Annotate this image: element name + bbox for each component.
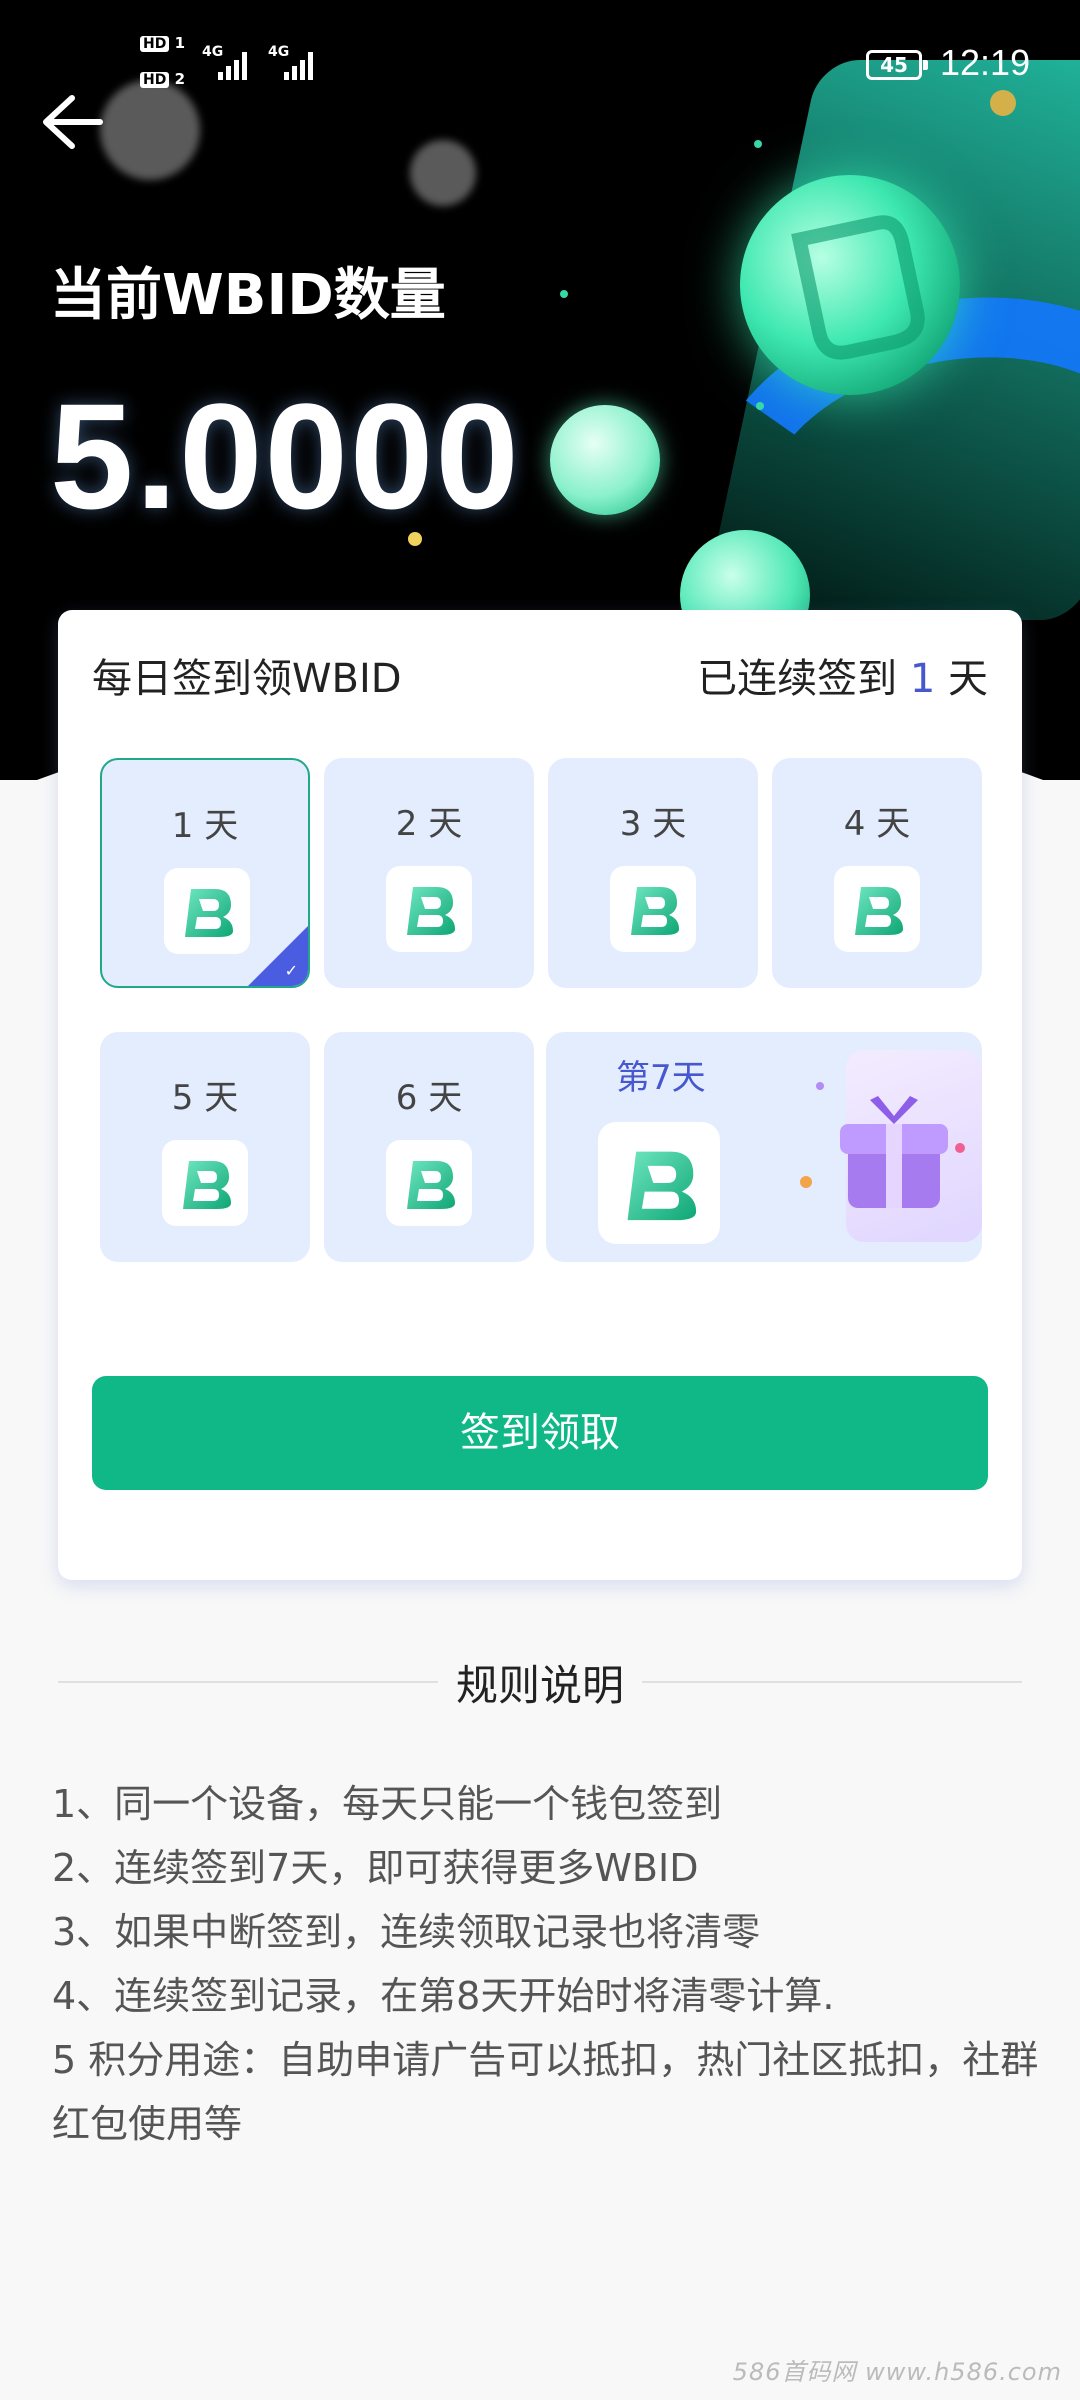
decor-dot	[560, 290, 568, 298]
streak-count: 1	[909, 656, 936, 702]
wbid-logo-icon	[610, 866, 696, 952]
day-tile-5[interactable]: 5 天	[100, 1032, 310, 1262]
sign-in-button[interactable]: 签到领取	[92, 1376, 988, 1490]
streak-text: 已连续签到 1 天	[697, 656, 988, 702]
wbid-logo-icon	[834, 866, 920, 952]
check-icon: ✓	[284, 961, 298, 980]
wbid-logo-icon	[598, 1122, 720, 1244]
coin-large-icon	[719, 154, 981, 416]
rule-item: 5 积分用途：自助申请广告可以抵扣，热门社区抵扣，社群红包使用等	[52, 2038, 1039, 2146]
status-bar: HD 1 HD 2 4G 4G 45 12:19	[0, 0, 1080, 120]
checked-corner	[248, 926, 308, 986]
wbid-label: 当前WBID数量	[50, 263, 446, 328]
back-button[interactable]	[40, 92, 106, 152]
coin-small-icon	[550, 405, 660, 515]
rules-title: 规则说明	[439, 1661, 640, 1710]
checkin-title: 每日签到领WBID	[92, 656, 402, 702]
day-tile-4[interactable]: 4 天	[772, 758, 982, 988]
day-tile-6[interactable]: 6 天	[324, 1032, 534, 1262]
day-tile-2[interactable]: 2 天	[324, 758, 534, 988]
wbid-balance: 5.0000	[50, 372, 521, 540]
day-tile-1[interactable]: 1 天 ✓	[100, 758, 310, 988]
sim1-indicator: HD 1	[140, 34, 185, 52]
day-tile-3[interactable]: 3 天	[548, 758, 758, 988]
signal-2-icon	[284, 48, 313, 80]
battery-icon: 45	[866, 50, 928, 80]
rule-item: 4、连续签到记录，在第8天开始时将清零计算.	[52, 1974, 835, 2018]
clock: 12:19	[940, 42, 1031, 83]
watermark: 586首码网 www.h586.com	[732, 2358, 1062, 2386]
gift-icon	[800, 1082, 965, 1208]
rule-item: 2、连续签到7天，即可获得更多WBID	[52, 1846, 699, 1890]
day-tile-7[interactable]: 第7天	[546, 1032, 982, 1262]
rules-list: 1、同一个设备，每天只能一个钱包签到 2、连续签到7天，即可获得更多WBID 3…	[52, 1772, 1042, 2156]
rule-item: 1、同一个设备，每天只能一个钱包签到	[52, 1782, 723, 1826]
decor-dot	[754, 140, 762, 148]
wbid-logo-icon	[386, 1140, 472, 1226]
decor-dot	[756, 402, 764, 410]
arrow-left-icon	[43, 95, 103, 149]
checkin-card: 每日签到领WBID 已连续签到 1 天 1 天 ✓ 2 天 3 天 4 天 5 …	[58, 610, 1022, 1580]
wbid-logo-icon	[386, 866, 472, 952]
wbid-logo-icon	[164, 868, 250, 954]
sim2-indicator: HD 2	[140, 70, 185, 88]
rules-header: 规则说明	[58, 1652, 1022, 1712]
rule-item: 3、如果中断签到，连续领取记录也将清零	[52, 1910, 761, 1954]
decor-blur-ball	[410, 140, 476, 206]
signal-1-icon	[218, 48, 247, 80]
wbid-logo-icon	[162, 1140, 248, 1226]
